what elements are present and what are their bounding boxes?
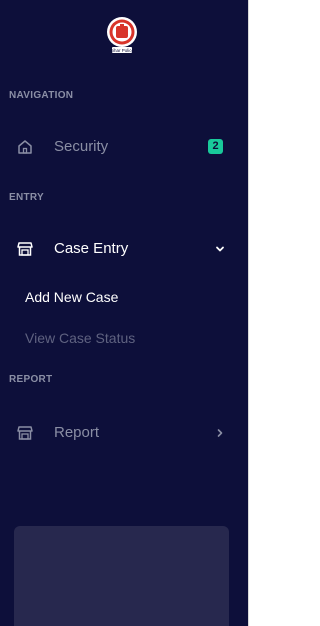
home-icon bbox=[18, 140, 32, 154]
store-icon bbox=[17, 426, 33, 440]
sidebar-item-case-entry[interactable]: Case Entry bbox=[0, 232, 248, 266]
sidebar-item-security[interactable]: Security 2 bbox=[0, 130, 248, 164]
sidebar-item-label: Security bbox=[54, 138, 109, 155]
emblem-logo: Bihar Police bbox=[107, 17, 137, 53]
sidebar-item-label: Report bbox=[54, 424, 100, 441]
sidebar: Bihar Police NAVIGATION Security 2 ENTRY… bbox=[0, 0, 248, 626]
section-header-navigation: NAVIGATION bbox=[9, 90, 74, 101]
sidebar-bottom-card bbox=[14, 526, 229, 626]
logo-caption: Bihar Police bbox=[110, 48, 135, 53]
store-icon bbox=[17, 242, 33, 256]
chevron-down-icon bbox=[216, 246, 224, 252]
divider bbox=[248, 0, 249, 626]
section-header-entry: ENTRY bbox=[9, 192, 45, 203]
chevron-right-icon bbox=[217, 429, 223, 437]
submenu-item-add-new-case[interactable]: Add New Case bbox=[25, 289, 118, 305]
content-edge bbox=[248, 0, 255, 626]
sidebar-item-label: Case Entry bbox=[54, 240, 129, 257]
sidebar-item-report[interactable]: Report bbox=[0, 416, 248, 450]
security-badge: 2 bbox=[208, 139, 223, 154]
section-header-report: REPORT bbox=[9, 374, 53, 385]
submenu-item-view-case-status[interactable]: View Case Status bbox=[25, 330, 135, 346]
